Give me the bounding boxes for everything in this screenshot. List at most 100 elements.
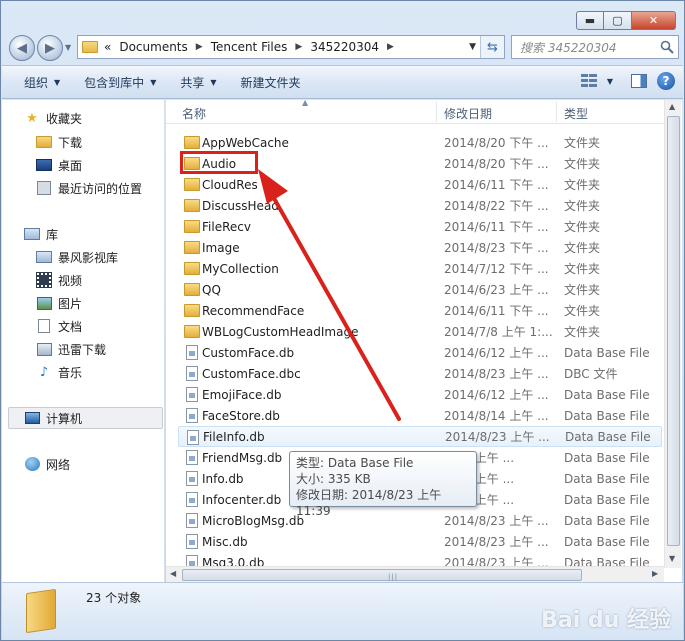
scroll-right-icon[interactable]: ▶	[652, 569, 658, 578]
nav-network[interactable]: 网络	[24, 454, 70, 474]
file-type: Data Base File	[564, 555, 650, 567]
maximize-button[interactable]: ▢	[604, 11, 632, 30]
file-row[interactable]: CustomFace.db 2014/6/12 上午 ... Data Base F…	[178, 342, 662, 363]
file-row[interactable]: FaceStore.db 2014/8/14 上午 ... Data Base Fi…	[178, 405, 662, 426]
history-dropdown-icon[interactable]: ▼	[65, 43, 71, 52]
preview-pane-icon[interactable]	[631, 74, 647, 88]
nav-documents[interactable]: 文档	[36, 316, 82, 336]
explorer-window: ▬ ▢ ✕ ◀ ▶ ▼ « Documents ▶ Tencent Files …	[0, 0, 685, 641]
file-row[interactable]: CloudRes 2014/6/11 下午 ... 文件夹	[178, 174, 662, 195]
breadcrumb-qq-number[interactable]: 345220304	[310, 40, 379, 54]
folder-icon	[184, 325, 200, 338]
help-icon[interactable]: ?	[657, 72, 675, 90]
file-type: Data Base File	[564, 513, 650, 528]
forward-button[interactable]: ▶	[37, 35, 63, 61]
breadcrumb-overflow[interactable]: «	[104, 40, 111, 54]
file-type: 文件夹	[564, 178, 601, 192]
file-row[interactable]: MyCollection 2014/7/12 下午 ... 文件夹	[178, 258, 662, 279]
file-row[interactable]: WBLogCustomHeadImage 2014/7/8 上午 1:... 文件夹	[178, 321, 662, 342]
scroll-down-icon[interactable]: ▼	[669, 554, 675, 563]
file-row[interactable]: QQ 2014/6/23 上午 ... 文件夹	[178, 279, 662, 300]
file-row[interactable]: AppWebCache 2014/8/20 下午 ... 文件夹	[178, 132, 662, 153]
file-type: Data Base File	[564, 408, 650, 423]
breadcrumb-separator-icon[interactable]: ▶	[387, 42, 394, 52]
breadcrumb: « Documents ▶ Tencent Files ▶ 345220304 …	[104, 40, 402, 54]
nav-pictures[interactable]: 图片	[36, 293, 82, 313]
nav-desktop-label: 桌面	[58, 158, 83, 173]
minimize-button[interactable]: ▬	[576, 11, 604, 30]
back-button[interactable]: ◀	[9, 35, 35, 61]
horizontal-scroll-thumb[interactable]: |||	[182, 569, 582, 581]
search-input[interactable]: 搜索 345220304	[511, 35, 679, 59]
file-row[interactable]: RecommendFace 2014/6/11 下午 ... 文件夹	[178, 300, 662, 321]
file-icon	[186, 555, 198, 566]
nav-video[interactable]: 视频	[36, 270, 82, 290]
file-date: 2014/6/11 下午 ...	[444, 304, 549, 318]
folder-icon	[184, 199, 200, 212]
vertical-scrollbar[interactable]: ▲ ▼	[664, 100, 681, 568]
file-row[interactable]: CustomFace.dbc 2014/8/23 上午 ... DBC 文件	[178, 363, 662, 384]
file-row[interactable]: Misc.db 2014/8/23 上午 ... Data Base File	[178, 531, 662, 552]
file-name: FriendMsg.db	[202, 450, 283, 465]
view-controls: ▼ ?	[580, 72, 675, 90]
tooltip-type: 类型: Data Base File	[296, 456, 414, 470]
file-row[interactable]: EmojiFace.db 2014/6/12 上午 ... Data Base Fi…	[178, 384, 662, 405]
include-in-library-menu[interactable]: 包含到库中 ▼	[72, 71, 168, 93]
new-folder-button[interactable]: 新建文件夹	[229, 71, 313, 93]
library-icon	[24, 227, 40, 241]
file-date: 2014/7/8 上午 1:...	[444, 325, 553, 339]
nav-music[interactable]: ♪ 音乐	[36, 362, 82, 382]
breadcrumb-documents[interactable]: Documents	[119, 40, 187, 54]
change-view-icon[interactable]	[580, 74, 597, 88]
refresh-icon: ⇆	[487, 39, 498, 55]
breadcrumb-separator-icon[interactable]: ▶	[295, 42, 302, 52]
horizontal-scrollbar[interactable]: ◀ ||| ▶	[166, 566, 664, 582]
nav-recent-places[interactable]: 最近访问的位置	[36, 178, 142, 198]
organize-menu[interactable]: 组织 ▼	[12, 71, 72, 93]
file-row[interactable]: Image 2014/8/23 下午 ... 文件夹	[178, 237, 662, 258]
new-folder-label: 新建文件夹	[240, 75, 301, 90]
file-date: 2014/8/20 下午 ...	[444, 136, 549, 150]
refresh-button[interactable]: ⇆	[480, 36, 504, 58]
video-library-icon	[36, 272, 52, 288]
search-icon[interactable]	[660, 40, 674, 54]
breadcrumb-tencent-files[interactable]: Tencent Files	[211, 40, 288, 54]
scroll-up-icon[interactable]: ▲	[669, 102, 675, 111]
file-icon	[186, 345, 198, 360]
file-row[interactable]: Msg3.0.db 2014/8/23 上午 ... Data Base File	[178, 552, 662, 566]
file-type: Data Base File	[564, 345, 650, 360]
address-bar[interactable]: « Documents ▶ Tencent Files ▶ 345220304 …	[77, 35, 505, 59]
chevron-down-icon: ▼	[210, 77, 217, 87]
nav-documents-label: 文档	[58, 319, 83, 334]
computer-icon	[24, 411, 40, 425]
folder-icon	[184, 241, 200, 254]
file-row[interactable]: FileInfo.db 2014/8/23 上午 ... Data Base Fil…	[178, 426, 662, 447]
folder-icon	[184, 220, 200, 233]
nav-xunlei[interactable]: 迅雷下载	[36, 339, 106, 359]
scroll-left-icon[interactable]: ◀	[170, 569, 176, 578]
nav-storm-video[interactable]: 暴风影视库	[36, 247, 118, 267]
nav-libraries[interactable]: 库	[24, 224, 58, 244]
nav-xunlei-label: 迅雷下载	[58, 342, 107, 357]
file-name: FileInfo.db	[203, 429, 265, 444]
file-type: Data Base File	[564, 492, 650, 507]
breadcrumb-separator-icon[interactable]: ▶	[196, 42, 203, 52]
search-placeholder: 搜索 345220304	[520, 40, 617, 55]
file-row[interactable]: FileRecv 2014/6/11 下午 ... 文件夹	[178, 216, 662, 237]
address-dropdown-icon[interactable]: ▼	[469, 42, 476, 52]
file-icon	[186, 387, 198, 402]
nav-computer[interactable]: 计算机	[24, 408, 82, 428]
share-menu[interactable]: 共享 ▼	[168, 71, 228, 93]
nav-computer-label: 计算机	[46, 411, 83, 426]
nav-favorites[interactable]: ★ 收藏夹	[24, 108, 82, 128]
nav-desktop[interactable]: 桌面	[36, 155, 82, 175]
nav-favorites-label: 收藏夹	[46, 111, 83, 126]
file-name: Misc.db	[202, 534, 248, 549]
close-button[interactable]: ✕	[632, 11, 676, 30]
view-dropdown-icon[interactable]: ▼	[607, 77, 613, 86]
file-row[interactable]: DiscussHead 2014/8/22 下午 ... 文件夹	[178, 195, 662, 216]
nav-downloads[interactable]: 下载	[36, 132, 82, 152]
file-name: MyCollection	[202, 261, 279, 276]
vertical-scroll-thumb[interactable]	[667, 116, 680, 546]
storm-video-library-icon	[36, 250, 52, 264]
